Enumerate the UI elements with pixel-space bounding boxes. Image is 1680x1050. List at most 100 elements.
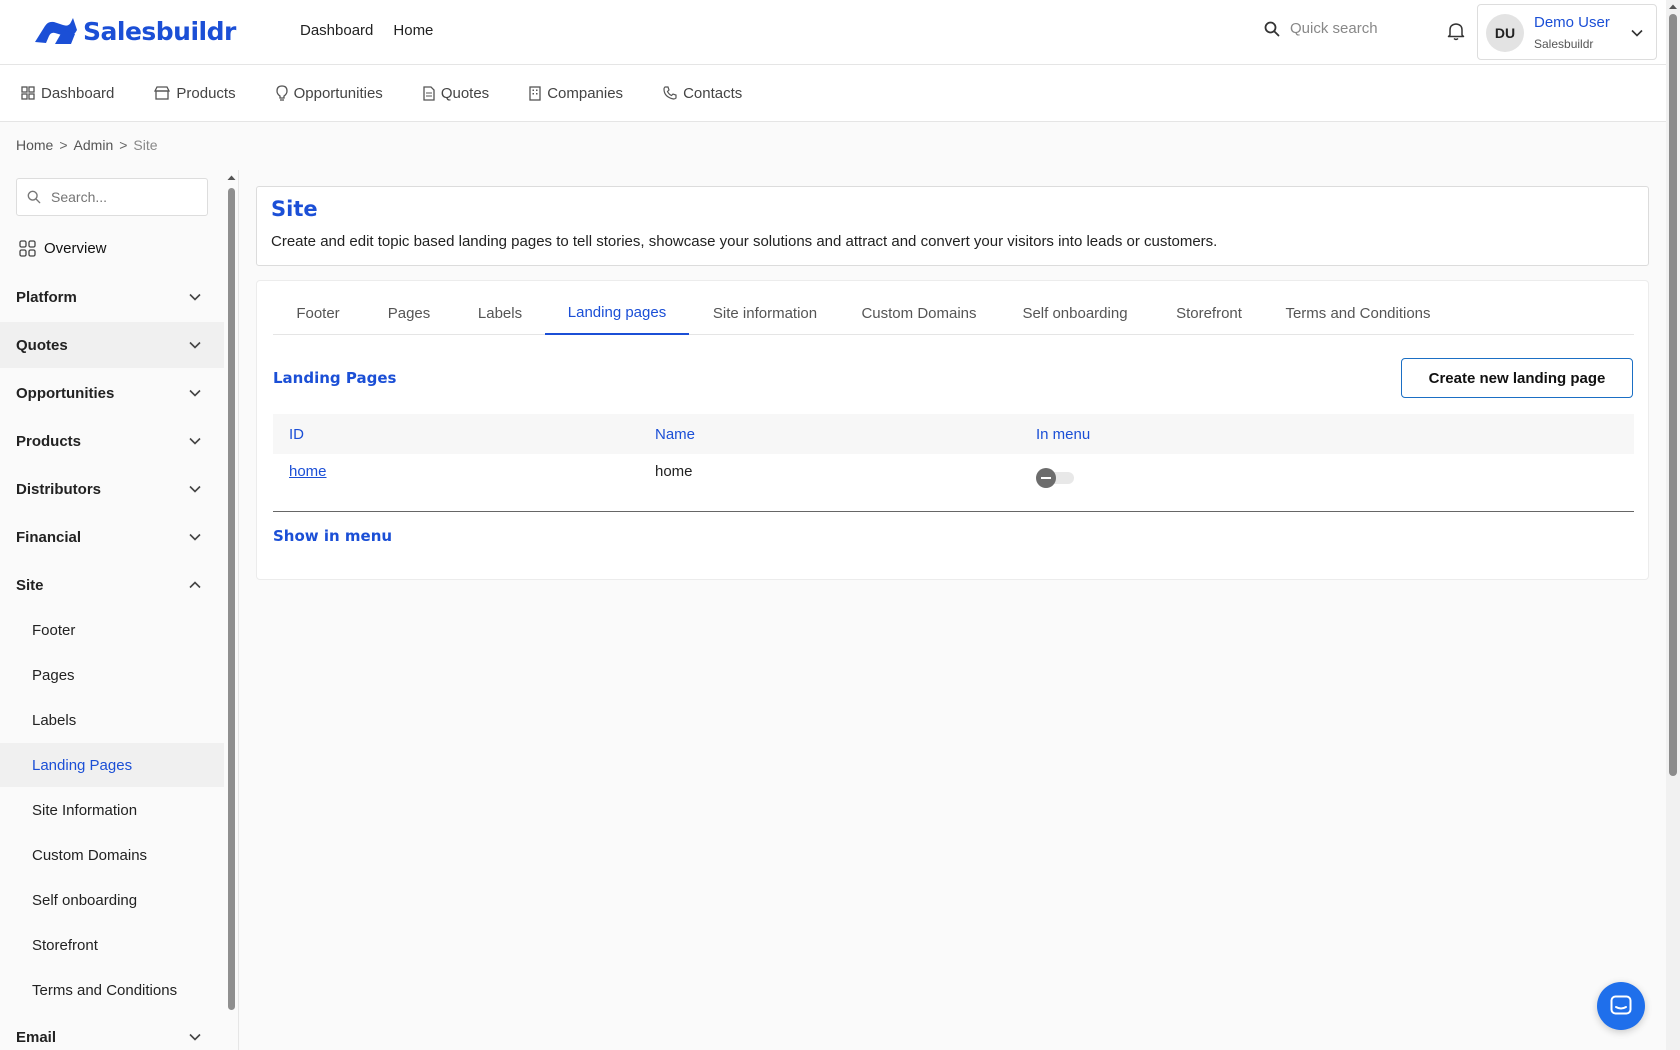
in-menu-toggle[interactable] bbox=[1036, 468, 1074, 488]
create-landing-page-button[interactable]: Create new landing page bbox=[1401, 358, 1633, 398]
sidebar-item-site-information[interactable]: Site Information bbox=[0, 788, 224, 832]
sidebar-group-distributors[interactable]: Distributors bbox=[0, 466, 224, 512]
row-id-cell: home bbox=[289, 463, 327, 480]
tab-storefront[interactable]: Storefront bbox=[1153, 291, 1265, 335]
modnav-opportunities[interactable]: Opportunities bbox=[275, 84, 383, 102]
row-name-cell: home bbox=[655, 463, 693, 480]
modnav-dashboard[interactable]: Dashboard bbox=[21, 85, 114, 102]
page-description: Create and edit topic based landing page… bbox=[271, 233, 1218, 250]
sidebar-group-opportunities[interactable]: Opportunities bbox=[0, 370, 224, 416]
notifications-button[interactable] bbox=[1447, 21, 1465, 46]
toggle-knob bbox=[1036, 468, 1056, 488]
breadcrumb-current: Site bbox=[133, 137, 158, 153]
section-title: Landing Pages bbox=[273, 369, 397, 387]
brand-logo[interactable]: Salesbuildr bbox=[33, 16, 236, 46]
chat-icon bbox=[1610, 995, 1632, 1015]
table-header: ID Name In menu bbox=[273, 414, 1634, 454]
breadcrumb-admin[interactable]: Admin bbox=[74, 137, 114, 153]
sidebar-item-custom-domains[interactable]: Custom Domains bbox=[0, 833, 224, 877]
brand-name: Salesbuildr bbox=[83, 16, 236, 46]
show-in-menu-heading: Show in menu bbox=[273, 527, 393, 545]
sidebar-search[interactable] bbox=[16, 178, 208, 216]
search-icon bbox=[27, 190, 41, 204]
phone-icon bbox=[663, 86, 677, 100]
topnav-dashboard-link[interactable]: Dashboard bbox=[300, 22, 373, 39]
sidebar-search-input[interactable] bbox=[51, 189, 181, 205]
tab-labels[interactable]: Labels bbox=[455, 291, 545, 335]
tab-self-onboarding[interactable]: Self onboarding bbox=[997, 291, 1153, 335]
avatar: DU bbox=[1486, 14, 1524, 52]
quick-search[interactable]: Quick search bbox=[1264, 20, 1378, 37]
top-bar: Salesbuildr Dashboard Home Quick search … bbox=[0, 0, 1666, 65]
chevron-down-icon bbox=[189, 293, 201, 301]
sidebar-group-label: Quotes bbox=[16, 336, 68, 354]
column-header-id[interactable]: ID bbox=[289, 426, 304, 443]
building-icon bbox=[529, 85, 541, 101]
sidebar-item-self-onboarding[interactable]: Self onboarding bbox=[0, 878, 224, 922]
sidebar-item-labels[interactable]: Labels bbox=[0, 698, 224, 742]
grid-icon bbox=[21, 86, 35, 100]
page-header-card: Site Create and edit topic based landing… bbox=[256, 186, 1649, 266]
modnav-label: Companies bbox=[547, 84, 624, 102]
sidebar-divider bbox=[238, 170, 239, 1050]
document-icon bbox=[423, 85, 435, 101]
sidebar-group-products[interactable]: Products bbox=[0, 418, 224, 464]
sidebar-group-site[interactable]: Site bbox=[0, 562, 224, 608]
module-nav: Dashboard Products Opportunities Quotes … bbox=[0, 65, 1666, 122]
sidebar-scrollbar-thumb[interactable] bbox=[228, 188, 235, 1010]
modnav-label: Opportunities bbox=[293, 84, 383, 102]
modnav-label: Dashboard bbox=[41, 84, 115, 102]
page-title: Site bbox=[271, 197, 318, 221]
sidebar-item-footer[interactable]: Footer bbox=[0, 608, 224, 652]
sidebar-item-landing-pages[interactable]: Landing Pages bbox=[0, 743, 224, 787]
logo-mark-icon bbox=[35, 18, 77, 44]
scroll-up-arrow-icon[interactable] bbox=[226, 174, 237, 182]
sidebar-item-storefront[interactable]: Storefront bbox=[0, 923, 224, 967]
chevron-down-icon bbox=[189, 485, 201, 493]
quick-search-placeholder[interactable]: Quick search bbox=[1290, 20, 1378, 37]
modnav-quotes[interactable]: Quotes bbox=[423, 85, 489, 102]
modnav-label: Contacts bbox=[683, 84, 743, 102]
breadcrumb-separator: > bbox=[119, 137, 128, 153]
column-header-name[interactable]: Name bbox=[655, 426, 695, 443]
chevron-down-icon bbox=[189, 341, 201, 349]
lightbulb-icon bbox=[275, 85, 288, 101]
tab-landing-pages[interactable]: Landing pages bbox=[545, 291, 689, 335]
sidebar-item-overview[interactable]: Overview bbox=[19, 240, 107, 257]
landing-pages-card: Footer Pages Labels Landing pages Site i… bbox=[256, 280, 1649, 580]
tab-pages[interactable]: Pages bbox=[363, 291, 455, 335]
chevron-down-icon bbox=[189, 1033, 201, 1041]
row-id-link[interactable]: home bbox=[289, 463, 327, 480]
sidebar-group-label: Financial bbox=[16, 528, 82, 546]
tab-terms-and-conditions[interactable]: Terms and Conditions bbox=[1265, 291, 1451, 335]
tab-site-information[interactable]: Site information bbox=[689, 291, 841, 335]
user-menu[interactable]: DU Demo User Salesbuildr bbox=[1477, 4, 1657, 60]
sidebar-group-financial[interactable]: Financial bbox=[0, 514, 224, 560]
page-scrollbar-thumb[interactable] bbox=[1669, 14, 1677, 776]
breadcrumb-home[interactable]: Home bbox=[16, 137, 53, 153]
sidebar-group-label: Platform bbox=[16, 288, 77, 306]
tab-custom-domains[interactable]: Custom Domains bbox=[841, 291, 997, 335]
sidebar: Overview Platform Quotes Opportunities P… bbox=[0, 170, 224, 1050]
sidebar-item-terms-and-conditions[interactable]: Terms and Conditions bbox=[0, 968, 224, 1012]
scroll-up-arrow-icon[interactable] bbox=[1666, 2, 1680, 12]
landing-pages-table: ID Name In menu home home bbox=[273, 414, 1634, 512]
modnav-products[interactable]: Products bbox=[154, 85, 236, 102]
sidebar-item-pages[interactable]: Pages bbox=[0, 653, 224, 697]
tab-footer[interactable]: Footer bbox=[273, 291, 363, 335]
sidebar-group-label: Opportunities bbox=[16, 384, 115, 402]
modnav-contacts[interactable]: Contacts bbox=[663, 85, 742, 102]
topnav-home-link[interactable]: Home bbox=[393, 22, 433, 39]
chat-launcher-button[interactable] bbox=[1597, 982, 1645, 1030]
sidebar-group-quotes[interactable]: Quotes bbox=[0, 322, 224, 368]
column-header-in-menu[interactable]: In menu bbox=[1036, 426, 1090, 443]
modnav-label: Quotes bbox=[440, 84, 490, 102]
modnav-companies[interactable]: Companies bbox=[529, 85, 623, 102]
sidebar-group-label: Distributors bbox=[16, 480, 102, 498]
grid-icon bbox=[19, 240, 36, 257]
user-name: Demo User bbox=[1534, 14, 1610, 31]
sidebar-group-email[interactable]: Email bbox=[0, 1014, 224, 1050]
store-icon bbox=[154, 86, 171, 100]
sidebar-group-platform[interactable]: Platform bbox=[0, 274, 224, 320]
sidebar-item-label: Overview bbox=[44, 240, 107, 257]
